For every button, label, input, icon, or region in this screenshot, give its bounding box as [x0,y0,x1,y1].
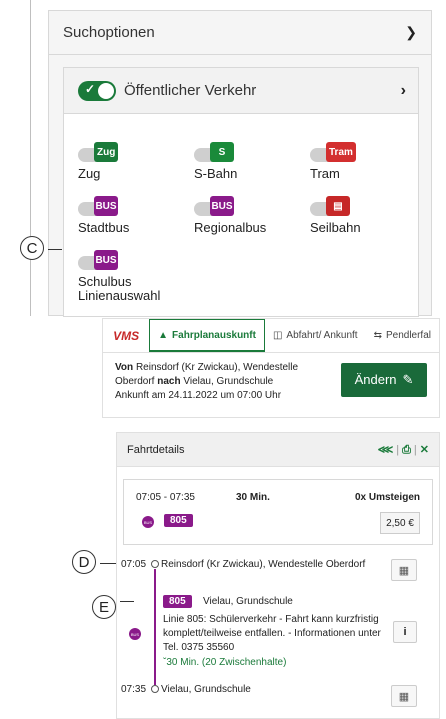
to-value: Vielau, Grundschule [183,376,274,387]
callout-d-line [100,563,116,564]
search-options-panel: Suchoptionen ❯ ✓ Öffentlicher Verkehr › … [0,0,446,317]
search-summary-text: Von Reinsdorf (Kr Zwickau), Wendestelle … [115,361,325,403]
cable-car-icon: ▤ [326,196,350,216]
bus-icon: ◫ [272,330,283,341]
tab-label: Fahrplanauskunft [172,329,256,341]
trip-summary[interactable]: 07:05 - 07:35 30 Min. 0x Umsteigen BUS 8… [123,479,433,545]
swap-icon: ⇆ [373,330,382,341]
public-transport-toggle[interactable]: ✓ [78,80,116,101]
edit-icon: ✎ [402,372,414,387]
trip-duration: 30 Min. [236,492,270,503]
route-line [154,569,156,685]
public-transport-section: ✓ Öffentlicher Verkehr › Zug Zug S S-Bah… [63,67,419,317]
line-badge: 805 [164,514,193,527]
mode-label: Tram [310,166,340,181]
trip-transfers: 0x Umsteigen [354,492,420,503]
share-icon[interactable]: ⋘ [378,444,394,456]
route-icon: ▲ [158,329,169,341]
arrival-stop-marker [151,685,159,693]
train-icon: Zug [94,142,119,162]
callout-d: D [72,550,96,574]
tab-fahrplanauskunft[interactable]: ▲ Fahrplanauskunft [149,319,265,352]
service-notice: Linie 805: Schülerverkehr - Fahrt kann k… [163,614,381,653]
mode-label: Seilbahn [310,220,361,235]
bus-icon: BUS [210,196,234,216]
search-options-card: Suchoptionen ❯ ✓ Öffentlicher Verkehr › … [48,10,432,317]
to-label: nach [157,376,181,387]
bus-icon: BUS [142,516,154,528]
arrival-time: 07:35 [121,684,147,695]
callout-e-line [120,601,134,602]
departure-stop[interactable]: Reinsdorf (Kr Zwickau), Wendestelle Ober… [161,559,365,570]
tab-pendler[interactable]: ⇆ Pendlerfal [366,319,439,352]
info-icon[interactable]: i [393,621,417,643]
intermediate-stops-toggle[interactable]: ˇ30 Min. (20 Zwischenhalte) [163,657,286,668]
check-icon: ✓ [85,81,96,96]
mode-label: Schulbus [78,274,132,289]
journey-planner-box: VMS ▲ Fahrplanauskunft ◫ Abfahrt/ Ankunf… [102,318,440,418]
leg-direction: Vielau, Grundschule [203,596,293,607]
arrival-info: Ankunft am 24.11.2022 um 07:00 Uhr [115,390,282,401]
print-icon[interactable]: ⎙ [402,444,411,456]
public-transport-header[interactable]: ✓ Öffentlicher Verkehr › [64,68,418,114]
mode-sbahn[interactable]: S S-Bahn [194,142,240,181]
vms-logo[interactable]: VMS [103,319,149,352]
change-search-button[interactable]: Ändern ✎ [341,363,427,397]
callout-c-line [48,249,62,250]
trip-details-panel: Fahrtdetails ⋘ | ⎙ | ✕ 07:05 - 07:35 30 Min.… [116,432,440,719]
chevron-right-icon[interactable]: › [401,82,406,100]
map-icon[interactable]: ▦ [391,559,417,581]
close-icon[interactable]: ✕ [420,444,429,456]
departure-stop-marker [151,560,159,568]
public-transport-label: Öffentlicher Verkehr [124,82,257,99]
mode-label: Zug [78,166,101,181]
sbahn-icon: S [210,142,234,162]
price-button[interactable]: 2,50 € [380,512,420,534]
line-badge: 805 [163,595,192,608]
school-bus-icon: BUS [94,250,118,270]
callout-c: C [20,236,44,260]
bus-icon: BUS [129,628,141,640]
mode-tram[interactable]: Tram Tram [310,142,356,181]
chevron-down-icon[interactable]: ❯ [405,24,417,41]
search-options-title: Suchoptionen [63,24,155,41]
trip-details-header: Fahrtdetails ⋘ | ⎙ | ✕ [117,433,439,467]
trip-details-title: Fahrtdetails [127,443,185,456]
bus-icon: BUS [94,196,118,216]
departure-time: 07:05 [121,559,147,570]
line-selection-link[interactable]: Linienauswahl [78,288,160,303]
arrival-stop[interactable]: Vielau, Grundschule [161,684,251,695]
mode-stadtbus[interactable]: BUS Stadtbus [78,196,130,235]
callout-e: E [92,595,116,619]
mode-regionalbus[interactable]: BUS Regionalbus [194,196,267,235]
tree-line [30,0,31,316]
tab-abfahrt-ankunft[interactable]: ◫ Abfahrt/ Ankunft [265,319,366,352]
mode-label: Stadtbus [78,220,130,235]
mode-label: S-Bahn [194,166,238,181]
search-summary: Von Reinsdorf (Kr Zwickau), Wendestelle … [103,353,439,417]
trip-time-range: 07:05 - 07:35 [136,492,195,503]
mode-zug[interactable]: Zug Zug [78,142,124,181]
mode-label: Regionalbus [194,220,267,235]
nav-tabs: VMS ▲ Fahrplanauskunft ◫ Abfahrt/ Ankunf… [103,319,439,353]
search-options-header[interactable]: Suchoptionen ❯ [49,11,431,55]
from-label: Von [115,362,134,373]
tab-label: Pendlerfal [385,330,431,341]
tram-icon: Tram [326,142,356,162]
mode-schulbus[interactable]: BUS Schulbus [78,250,132,289]
mode-seilbahn[interactable]: ▤ Seilbahn [310,196,361,235]
tab-label: Abfahrt/ Ankunft [286,330,358,341]
map-icon[interactable]: ▦ [391,685,417,707]
